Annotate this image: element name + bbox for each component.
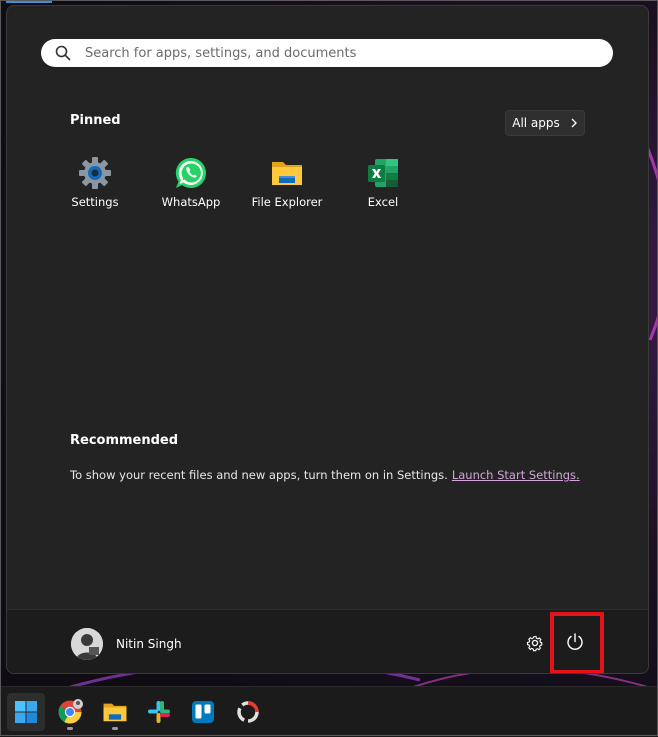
window-accent-tab bbox=[6, 0, 52, 3]
excel-icon bbox=[368, 159, 398, 187]
search-input[interactable] bbox=[83, 44, 587, 62]
file-explorer-icon bbox=[103, 703, 127, 722]
whatsapp-icon bbox=[175, 157, 206, 188]
user-name: Nitin Singh bbox=[116, 637, 182, 651]
slack-icon bbox=[148, 701, 170, 723]
windows-start-icon bbox=[15, 701, 37, 723]
trello-icon bbox=[192, 701, 214, 723]
start-menu: Pinned All apps bbox=[6, 5, 649, 674]
recommended-message: To show your recent files and new apps, … bbox=[70, 468, 580, 482]
recommended-title: Recommended bbox=[70, 433, 179, 448]
taskbar-file-explorer[interactable] bbox=[96, 693, 134, 731]
screen-recorder-icon bbox=[237, 701, 259, 723]
pinned-app-label: File Explorer bbox=[251, 195, 323, 209]
pinned-app-excel[interactable]: Excel bbox=[335, 156, 431, 209]
taskbar-trello[interactable] bbox=[184, 693, 222, 731]
pinned-app-settings[interactable]: Settings bbox=[47, 156, 143, 209]
pinned-app-label: Excel bbox=[367, 195, 399, 209]
all-apps-button[interactable]: All apps bbox=[505, 110, 585, 136]
taskbar-screen-recorder[interactable] bbox=[229, 693, 267, 731]
power-icon[interactable] bbox=[565, 632, 585, 652]
pinned-apps-grid: Settings WhatsApp File Explorer Excel bbox=[47, 156, 431, 209]
chevron-right-icon bbox=[571, 118, 577, 128]
all-apps-label: All apps bbox=[512, 116, 560, 130]
pinned-app-label: WhatsApp bbox=[161, 195, 221, 209]
taskbar-chrome[interactable] bbox=[51, 693, 89, 731]
running-indicator bbox=[112, 727, 118, 730]
pinned-app-whatsapp[interactable]: WhatsApp bbox=[143, 156, 239, 209]
recommended-message-text: To show your recent files and new apps, … bbox=[70, 468, 448, 482]
user-avatar-icon bbox=[71, 628, 103, 660]
taskbar bbox=[0, 686, 658, 737]
launch-start-settings-link[interactable]: Launch Start Settings. bbox=[452, 468, 580, 482]
pinned-app-label: Settings bbox=[71, 195, 119, 209]
user-account-button[interactable]: Nitin Singh bbox=[71, 628, 182, 660]
settings-icon[interactable] bbox=[526, 634, 544, 652]
search-icon bbox=[55, 45, 71, 61]
avatar bbox=[71, 628, 103, 660]
start-menu-footer: Nitin Singh bbox=[7, 609, 648, 673]
chrome-icon bbox=[58, 699, 83, 724]
pinned-title: Pinned bbox=[70, 113, 121, 128]
taskbar-slack[interactable] bbox=[140, 693, 178, 731]
pinned-app-file-explorer[interactable]: File Explorer bbox=[239, 156, 335, 209]
taskbar-start-button[interactable] bbox=[7, 693, 45, 731]
file-explorer-icon bbox=[272, 162, 302, 185]
search-box[interactable] bbox=[41, 39, 613, 67]
settings-gear-icon bbox=[79, 157, 111, 189]
running-indicator bbox=[67, 727, 73, 730]
